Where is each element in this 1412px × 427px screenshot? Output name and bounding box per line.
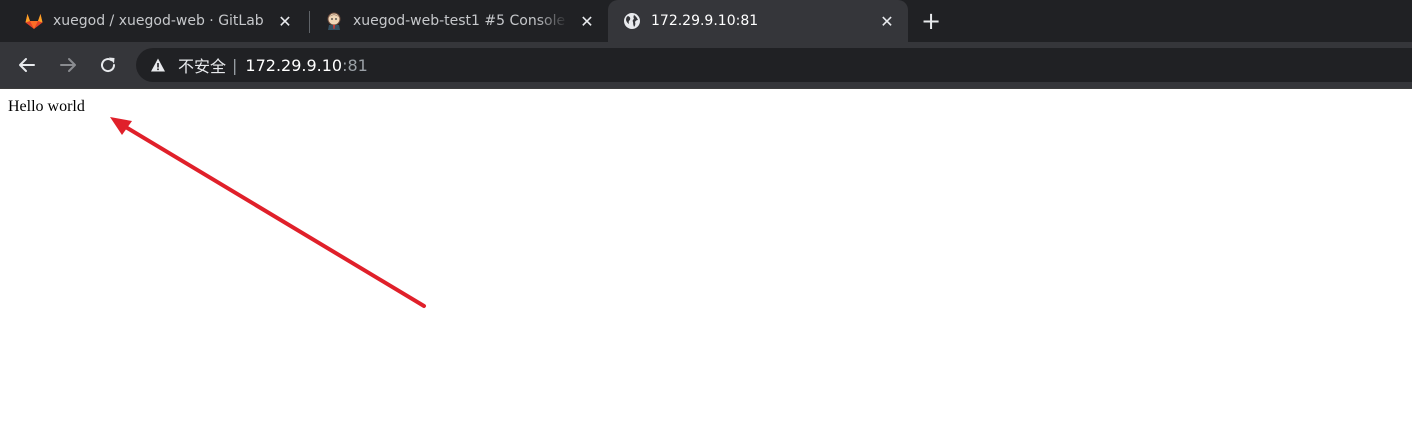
tab-title: 172.29.9.10:81 bbox=[651, 13, 759, 29]
back-button[interactable] bbox=[14, 52, 40, 78]
forward-arrow-icon bbox=[60, 58, 76, 72]
tab-divider bbox=[309, 11, 310, 33]
url-host[interactable]: 172.29.9.10 bbox=[245, 56, 342, 75]
reload-icon bbox=[101, 57, 116, 73]
annotation-arrow bbox=[110, 117, 426, 308]
new-tab-button[interactable]: + bbox=[918, 8, 944, 34]
reload-button[interactable] bbox=[95, 52, 121, 78]
tab-title: xuegod / xuegod-web · GitLab bbox=[53, 13, 264, 29]
tab-strip: xuegod / xuegod-web · GitLab ✕ xuegod-we… bbox=[0, 0, 1412, 42]
close-tab-icon[interactable]: ✕ bbox=[876, 10, 898, 32]
tab-gitlab[interactable]: xuegod / xuegod-web · GitLab ✕ bbox=[0, 0, 306, 42]
close-tab-icon[interactable]: ✕ bbox=[576, 10, 598, 32]
forward-button[interactable] bbox=[55, 52, 81, 78]
gitlab-icon bbox=[24, 11, 44, 31]
page-content: Hello world bbox=[0, 89, 1412, 427]
browser-toolbar: 不安全 | 172.29.9.10:81 bbox=[0, 42, 1412, 89]
url-port[interactable]: :81 bbox=[342, 56, 368, 75]
close-tab-icon[interactable]: ✕ bbox=[274, 10, 296, 32]
tab-jenkins-console[interactable]: xuegod-web-test1 #5 Console ✕ bbox=[312, 0, 608, 42]
address-bar[interactable]: 不安全 | 172.29.9.10:81 bbox=[136, 48, 1412, 82]
tab-title: xuegod-web-test1 #5 Console bbox=[353, 13, 566, 29]
tab-active-hello[interactable]: 172.29.9.10:81 ✕ bbox=[608, 0, 908, 42]
globe-icon bbox=[622, 11, 642, 31]
back-arrow-icon bbox=[19, 58, 35, 72]
address-separator: | bbox=[232, 55, 238, 75]
security-label[interactable]: 不安全 bbox=[178, 53, 226, 77]
warning-icon[interactable] bbox=[150, 57, 166, 73]
jenkins-icon bbox=[324, 11, 344, 31]
